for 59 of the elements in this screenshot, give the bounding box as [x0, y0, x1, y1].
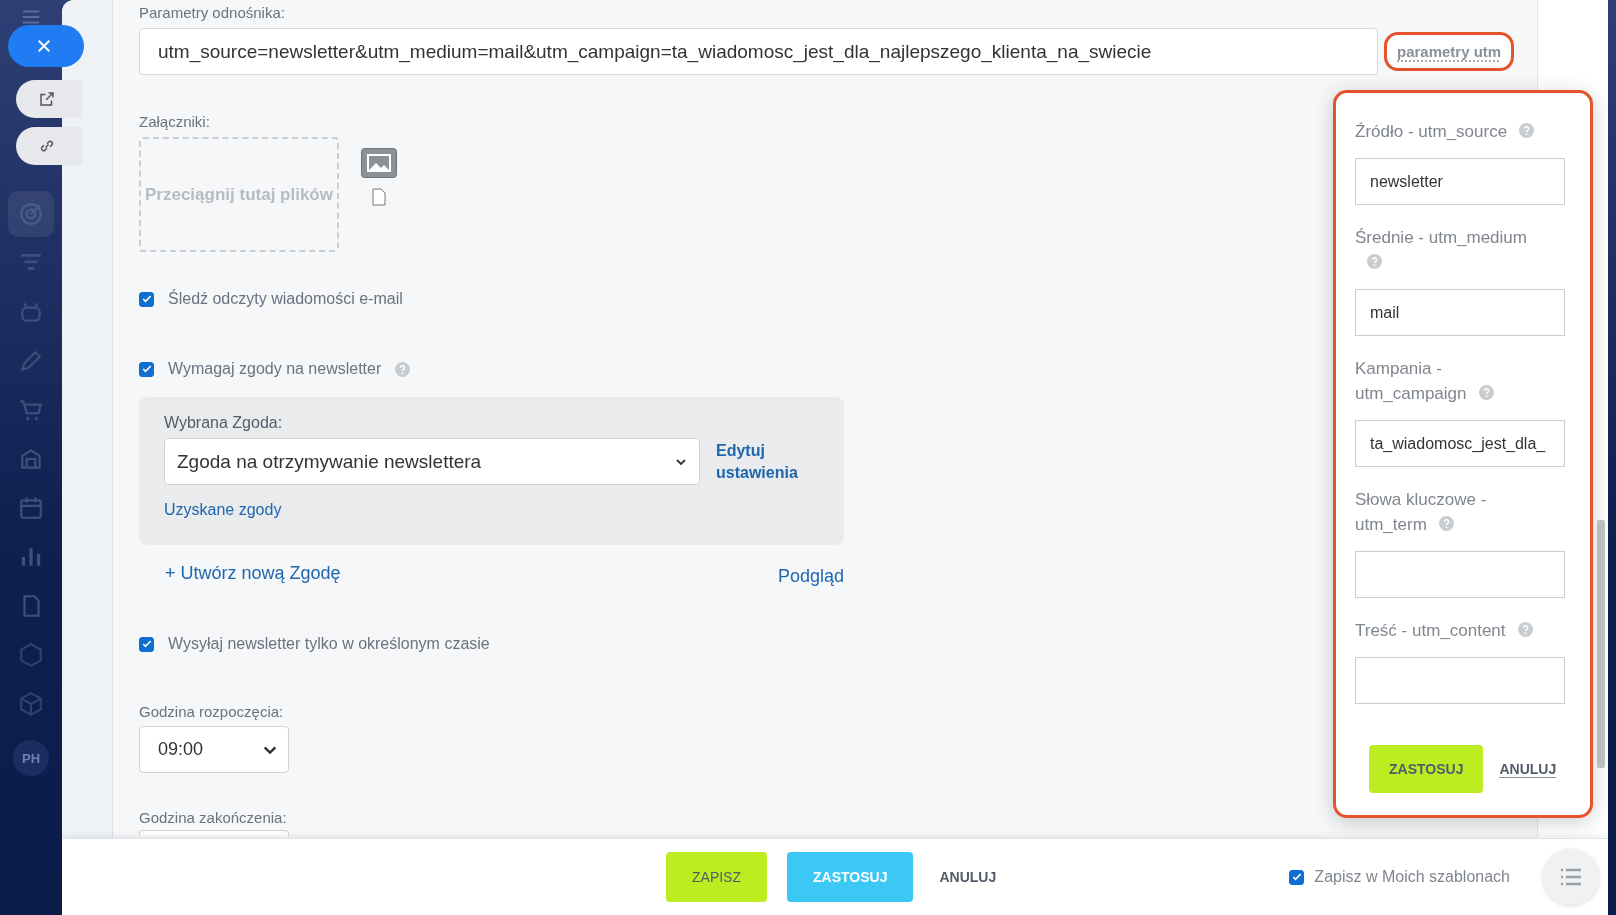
- field-label: Parametry odnośnika:: [139, 4, 285, 21]
- help-icon[interactable]: [1367, 254, 1382, 269]
- scrollbar[interactable]: [1597, 520, 1605, 768]
- cart-icon[interactable]: [18, 397, 44, 423]
- field-label: Średnie - utm_medium: [1355, 225, 1535, 275]
- utm-input-field[interactable]: ta_wiadomosc_jest_dla_: [1355, 420, 1565, 467]
- help-icon[interactable]: [1438, 516, 1454, 531]
- avatar[interactable]: PH: [13, 740, 49, 776]
- hexagon-icon[interactable]: [18, 642, 44, 668]
- external-link-icon: [38, 90, 56, 108]
- checkbox-label: Wysyłaj newsletter tylko w określonym czasie: [168, 635, 490, 653]
- utm-input-field[interactable]: [1355, 657, 1565, 704]
- create-consent-link[interactable]: + Utwórz nową Zgodę: [165, 563, 341, 584]
- edit-settings-link[interactable]: Edytuj ustawienia: [716, 439, 806, 484]
- checkbox[interactable]: [139, 361, 154, 377]
- file-icon[interactable]: [372, 188, 386, 206]
- field-label: Słowa kluczowe - utm_term: [1355, 489, 1488, 536]
- box-icon[interactable]: [18, 691, 44, 717]
- help-icon[interactable]: [1519, 123, 1535, 138]
- obtained-consents-link[interactable]: Uzyskane zgody: [164, 501, 282, 519]
- checkbox-label: Zapisz w Moich szablonach: [1314, 868, 1510, 886]
- field-label: Treść - utm_content: [1355, 618, 1535, 643]
- close-button[interactable]: [8, 25, 84, 67]
- field-label: Wybrana Zgoda:: [164, 414, 284, 432]
- apply-button[interactable]: ZASTOSUJ: [1369, 745, 1484, 793]
- field-label: Załączniki:: [139, 113, 210, 130]
- checkbox[interactable]: [1289, 869, 1305, 885]
- image-icon[interactable]: [361, 148, 397, 178]
- cancel-button[interactable]: ANULUJ: [913, 852, 1023, 902]
- link-button[interactable]: [16, 127, 82, 165]
- checkbox-label: Wymagaj zgody na newsletter: [168, 360, 382, 378]
- field-label: Godzina rozpoczęcia:: [139, 703, 284, 720]
- external-link-button[interactable]: [16, 80, 82, 118]
- utm-input-field[interactable]: mail: [1355, 289, 1565, 336]
- preview-link[interactable]: Podgląd: [777, 566, 844, 587]
- utm-params-link[interactable]: parametry utm: [1384, 32, 1515, 71]
- field-label: Kampania - utm_campaign: [1355, 356, 1535, 406]
- save-button[interactable]: ZAPISZ: [666, 852, 767, 902]
- start-time-select[interactable]: 09:00: [139, 726, 289, 773]
- list-icon: [1559, 867, 1583, 887]
- pencil-icon[interactable]: [18, 348, 44, 374]
- utm-input-field[interactable]: [1355, 551, 1565, 598]
- field-label: Godzina zakończenia:: [139, 809, 287, 826]
- field-label: Źródło - utm_source: [1355, 119, 1535, 144]
- help-icon[interactable]: [395, 361, 411, 377]
- cancel-link[interactable]: ANULUJ: [1499, 760, 1557, 778]
- link-params-field[interactable]: utm_source=newsletter&utm_medium=mail&utm_campaign=ta_wiadomosc_jest_dla_najlepszego_klienta_na_swiecie: [139, 28, 1378, 75]
- checkbox[interactable]: [139, 636, 154, 652]
- utm-input-field[interactable]: newsletter: [1355, 158, 1565, 205]
- store-icon[interactable]: [18, 446, 44, 472]
- close-icon: [35, 37, 53, 55]
- end-time-select[interactable]: [139, 830, 289, 836]
- checkbox-label: Śledź odczyty wiadomości e-mail: [168, 290, 403, 308]
- checkbox[interactable]: [139, 291, 154, 307]
- help-icon[interactable]: [1517, 622, 1533, 637]
- consent-select[interactable]: Zgoda na otrzymywanie newslettera: [164, 438, 700, 485]
- target-icon[interactable]: [18, 201, 44, 227]
- calendar-icon[interactable]: [18, 495, 44, 521]
- help-icon[interactable]: [1478, 385, 1494, 400]
